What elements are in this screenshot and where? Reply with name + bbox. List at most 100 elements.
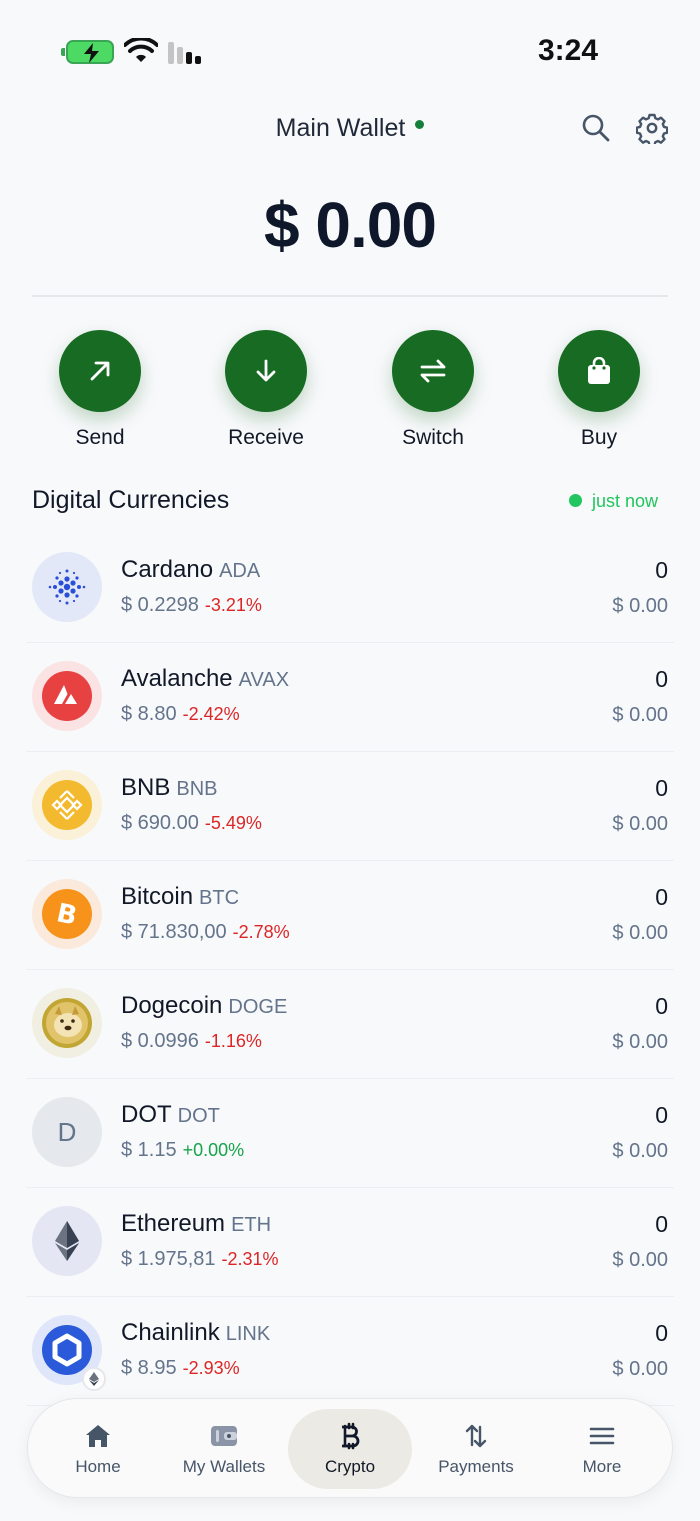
wifi-icon (124, 38, 158, 62)
last-updated-text: just now (591, 491, 658, 511)
coin-symbol: DOGE (228, 996, 288, 1018)
coin-name: Dogecoin (121, 992, 223, 1019)
send-button[interactable]: Send (40, 330, 160, 450)
coin-amount: 0 (655, 1102, 668, 1128)
ethereum-icon (32, 1206, 102, 1276)
coin-symbol: BTC (199, 887, 240, 909)
coin-name: Cardano (121, 556, 214, 583)
list-item[interactable]: Ethereum ETH $ 1.975,81 -2.31% 0 $ 0.00 (26, 1188, 674, 1297)
nav-my-wallets[interactable]: My Wallets (162, 1409, 286, 1489)
receive-button[interactable]: Receive (206, 330, 326, 450)
list-item[interactable]: BNB BNB $ 690.00 -5.49% 0 $ 0.00 (26, 752, 674, 861)
wallet-header: Main Wallet (0, 110, 700, 150)
list-item[interactable]: Dogecoin DOGE $ 0.0996 -1.16% 0 $ 0.00 (26, 970, 674, 1079)
swap-arrows-icon (420, 359, 446, 383)
total-balance: $ 0.00 (264, 189, 437, 261)
coin-change: -3.21% (204, 595, 262, 615)
avalanche-icon (32, 661, 102, 731)
coin-value: $ 0.00 (612, 704, 668, 726)
bottom-navigation: Home My Wallets Crypto Payments More (27, 1398, 673, 1498)
coin-value: $ 0.00 (612, 922, 668, 944)
coin-price: $ 0.0996 (121, 1030, 199, 1052)
cellular-signal-icon (168, 40, 208, 64)
coin-symbol: LINK (225, 1323, 271, 1345)
bitcoin-symbol-icon (342, 1422, 360, 1450)
nav-label: More (582, 1457, 622, 1476)
buy-button[interactable]: Buy (539, 330, 659, 450)
nav-more[interactable]: More (540, 1409, 664, 1489)
ethereum-network-badge-icon (82, 1367, 106, 1391)
coin-amount: 0 (655, 666, 668, 692)
bnb-icon (32, 770, 102, 840)
nav-label: My Wallets (182, 1457, 266, 1476)
coin-price: $ 0.2298 (121, 594, 199, 616)
coin-change: -2.31% (221, 1249, 279, 1269)
live-dot (568, 493, 582, 507)
battery-icon (61, 40, 114, 64)
coin-value: $ 0.00 (612, 1249, 668, 1271)
coin-change: -5.49% (204, 813, 262, 833)
menu-icon (589, 1427, 615, 1445)
last-updated: just now (568, 491, 658, 512)
nav-payments[interactable]: Payments (414, 1409, 538, 1489)
arrow-up-right-icon (90, 361, 110, 381)
coin-name: BNB (121, 774, 171, 801)
coin-amount: 0 (655, 557, 668, 583)
wallet-status-dot (415, 119, 425, 129)
coin-symbol: AVAX (238, 669, 290, 691)
arrow-down-icon (256, 359, 276, 382)
coin-list: Cardano ADA $ 0.2298 -3.21% 0 $ 0.00 Avala… (26, 534, 674, 1406)
coin-price: $ 71.830,00 (121, 921, 227, 943)
list-item[interactable]: Avalanche AVAX $ 8.80 -2.42% 0 $ 0.00 (26, 643, 674, 752)
coin-value: $ 0.00 (612, 1031, 668, 1053)
list-item[interactable]: Chainlink LINK $ 8.95 -2.93% 0 $ 0.00 (26, 1297, 674, 1406)
divider (32, 295, 668, 297)
coin-name: Chainlink (121, 1319, 220, 1346)
coin-amount: 0 (655, 1211, 668, 1237)
coin-symbol: BNB (176, 778, 218, 800)
coin-symbol: ETH (231, 1214, 272, 1236)
coin-change: -2.42% (182, 704, 240, 724)
coin-change: -2.78% (232, 922, 290, 942)
coin-symbol: ADA (219, 560, 261, 582)
wallet-icon (211, 1426, 237, 1446)
list-item[interactable]: B Bitcoin BTC $ 71.830,00 -2.78% 0 $ 0.00 (26, 861, 674, 970)
coin-value: $ 0.00 (612, 813, 668, 835)
coin-name: Ethereum (121, 1210, 226, 1237)
coin-price: $ 8.80 (121, 703, 177, 725)
list-item[interactable]: D DOT DOT $ 1.15 +0.00% 0 $ 0.00 (26, 1079, 674, 1188)
coin-price: $ 1.975,81 (121, 1248, 216, 1270)
nav-label: Home (75, 1457, 121, 1476)
dot-letter-icon: D (32, 1097, 102, 1167)
coin-name: Bitcoin (121, 883, 194, 910)
dogecoin-icon (32, 988, 102, 1058)
nav-label: Crypto (324, 1457, 376, 1476)
coin-price: $ 8.95 (121, 1357, 177, 1379)
coin-name: Avalanche (121, 665, 233, 692)
section-title: Digital Currencies (32, 486, 230, 514)
shopping-bag-icon (588, 357, 610, 384)
coin-amount: 0 (655, 993, 668, 1019)
status-time: 3:24 (537, 34, 598, 67)
coin-change: +0.00% (182, 1140, 245, 1160)
settings-gear-icon[interactable] (636, 112, 668, 144)
coin-value: $ 0.00 (612, 1140, 668, 1162)
home-icon (86, 1425, 110, 1447)
nav-crypto[interactable]: Crypto (288, 1409, 412, 1489)
bitcoin-icon: B (32, 879, 102, 949)
coin-price: $ 1.15 (121, 1139, 177, 1161)
list-item[interactable]: Cardano ADA $ 0.2298 -3.21% 0 $ 0.00 (26, 534, 674, 643)
search-icon[interactable] (580, 112, 612, 144)
switch-label: Switch (402, 426, 464, 449)
coin-amount: 0 (655, 1320, 668, 1346)
switch-button[interactable]: Switch (373, 330, 493, 450)
coin-amount: 0 (655, 775, 668, 801)
coin-amount: 0 (655, 884, 668, 910)
coin-symbol: DOT (177, 1105, 220, 1127)
coin-name: DOT (121, 1101, 172, 1128)
receive-label: Receive (228, 426, 304, 449)
coin-change: -2.93% (182, 1358, 240, 1378)
cardano-icon (32, 552, 102, 622)
nav-home[interactable]: Home (36, 1409, 160, 1489)
nav-label: Payments (438, 1457, 514, 1476)
